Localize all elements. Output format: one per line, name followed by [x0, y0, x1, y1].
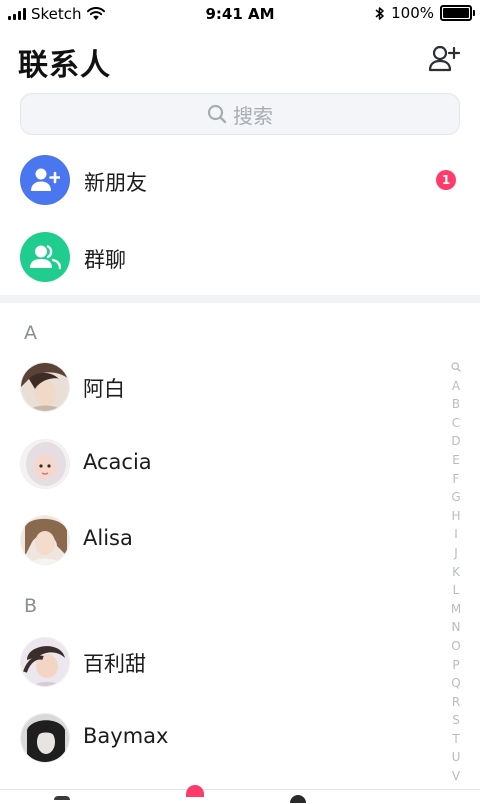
index-letter[interactable]: N — [452, 618, 461, 637]
index-letter[interactable]: I — [454, 525, 458, 544]
index-letter[interactable]: O — [451, 637, 460, 656]
group-chat-row[interactable]: 群聊 — [0, 222, 480, 292]
search-placeholder: 搜索 — [233, 103, 273, 128]
contact-row[interactable]: 百利甜 — [0, 628, 440, 698]
index-letter[interactable]: Q — [451, 674, 460, 693]
contact-name: 阿白 — [83, 377, 125, 401]
index-letter[interactable]: A — [452, 377, 460, 396]
contact-name: Baymax — [83, 724, 169, 748]
alphabet-index[interactable]: A B C D E F G H I J K L M N O P Q R S T … — [448, 358, 464, 804]
contact-name: Acacia — [83, 450, 152, 474]
index-letter[interactable]: V — [452, 767, 460, 786]
tab-icon[interactable] — [54, 796, 70, 800]
index-letter[interactable]: E — [452, 451, 460, 470]
index-letter[interactable]: R — [452, 693, 460, 712]
index-letter[interactable]: M — [451, 600, 461, 619]
new-friends-avatar — [20, 155, 70, 205]
group-chat-label: 群聊 — [84, 248, 126, 272]
index-letter[interactable]: F — [453, 470, 460, 489]
group-icon — [30, 245, 61, 270]
avatar — [20, 362, 70, 412]
avatar — [20, 637, 70, 687]
contact-name: Alisa — [83, 526, 133, 550]
index-letter[interactable]: D — [451, 432, 460, 451]
group-chat-avatar — [20, 232, 70, 282]
index-letter[interactable]: H — [451, 507, 460, 526]
index-letter[interactable]: S — [452, 711, 460, 730]
status-bar: Sketch 9:41 AM 100% — [0, 0, 480, 28]
new-friends-row[interactable]: 新朋友 1 — [0, 145, 480, 215]
index-letter[interactable]: T — [452, 730, 459, 749]
index-letter[interactable]: G — [451, 488, 460, 507]
search-input[interactable]: 搜索 — [20, 93, 460, 135]
battery-percent: 100% — [391, 4, 434, 22]
index-letter[interactable]: L — [453, 581, 460, 600]
avatar — [20, 515, 70, 565]
index-letter[interactable]: P — [452, 656, 459, 675]
tab-icon[interactable] — [290, 795, 306, 803]
page-title: 联系人 — [18, 48, 111, 83]
add-contact-button[interactable] — [428, 44, 461, 74]
index-letter[interactable]: J — [454, 544, 458, 563]
avatar — [20, 713, 70, 763]
contact-row[interactable]: Alisa — [0, 506, 440, 576]
index-search-icon[interactable] — [451, 358, 461, 377]
tab-bar[interactable] — [0, 785, 480, 803]
contact-row[interactable]: 阿白 — [0, 353, 440, 423]
new-friends-badge: 1 — [436, 170, 456, 190]
section-divider — [0, 295, 480, 303]
person-add-icon — [428, 45, 461, 72]
search-icon — [207, 104, 227, 124]
section-header-b: B — [24, 595, 38, 617]
avatar — [20, 439, 70, 489]
index-letter[interactable]: U — [452, 748, 461, 767]
person-add-icon — [31, 168, 60, 191]
contact-row[interactable]: Acacia — [0, 430, 440, 500]
index-letter[interactable]: K — [452, 563, 460, 582]
battery-icon — [440, 5, 475, 21]
section-header-a: A — [24, 322, 37, 344]
status-right: 100% — [375, 4, 475, 22]
new-friends-label: 新朋友 — [84, 171, 147, 195]
contact-name: 百利甜 — [83, 652, 146, 676]
bluetooth-icon — [375, 6, 384, 20]
tab-badge — [186, 785, 204, 797]
contact-row[interactable]: Baymax — [0, 704, 440, 774]
index-letter[interactable]: C — [452, 414, 460, 433]
index-letter[interactable]: B — [452, 395, 460, 414]
